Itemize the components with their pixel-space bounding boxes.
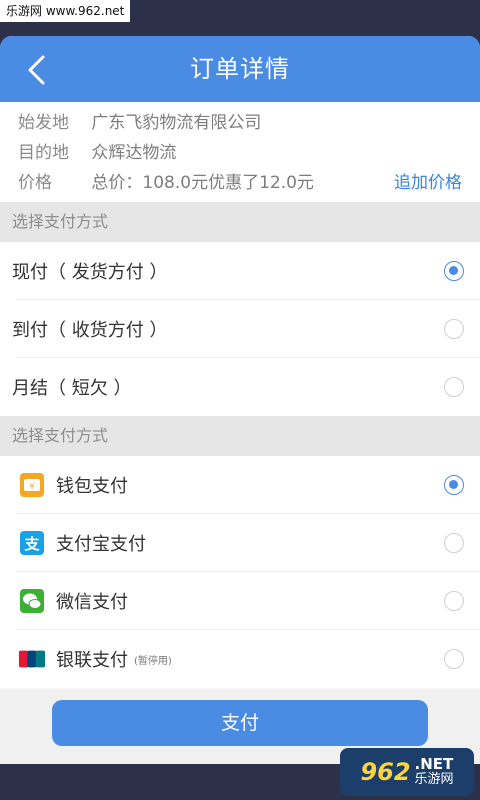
delivery-option-monthly[interactable]: 月结（ 短欠 ） bbox=[0, 358, 480, 416]
watermark-number: 962 bbox=[360, 758, 411, 786]
watermark-net: .NET bbox=[414, 755, 454, 773]
radio-unselected[interactable] bbox=[444, 533, 464, 553]
delivery-option-cod[interactable]: 到付（ 收货方付 ） bbox=[0, 300, 480, 358]
origin-row: 始发地 广东飞豹物流有限公司 bbox=[0, 108, 480, 138]
delivery-option-label: 现付（ 发货方付 ） bbox=[12, 262, 168, 283]
origin-label: 始发地 bbox=[18, 113, 69, 133]
radio-unselected[interactable] bbox=[444, 649, 464, 669]
header: 订单详情 bbox=[0, 36, 480, 102]
add-price-link[interactable]: 追加价格 bbox=[394, 168, 462, 198]
page-title: 订单详情 bbox=[190, 55, 290, 83]
price-row: 价格 总价：108.0元优惠了12.0元 追加价格 bbox=[0, 168, 480, 198]
destination-value: 众辉达物流 bbox=[91, 143, 177, 163]
order-detail-sheet: 订单详情 始发地 广东飞豹物流有限公司 目的地 众辉达物流 价格 总价：108.… bbox=[0, 36, 480, 764]
watermark-bottom: 962 .NET 乐游网 bbox=[340, 748, 474, 796]
destination-row: 目的地 众辉达物流 bbox=[0, 138, 480, 168]
payment-option-wechat[interactable]: 微信支付 bbox=[0, 572, 480, 630]
alipay-icon: 支 bbox=[18, 529, 46, 557]
payment-option-label: 银联支付 bbox=[56, 650, 128, 671]
payment-option-label: 支付宝支付 bbox=[56, 534, 146, 555]
watermark-cn: 乐游网 bbox=[414, 772, 454, 787]
watermark-top: 乐游网 www.962.net bbox=[0, 0, 131, 22]
radio-selected[interactable] bbox=[444, 261, 464, 281]
delivery-option-label: 到付（ 收货方付 ） bbox=[12, 320, 168, 341]
price-value: 总价：108.0元优惠了12.0元 bbox=[91, 173, 314, 193]
watermark-text: .NET 乐游网 bbox=[415, 756, 454, 788]
radio-selected[interactable] bbox=[444, 475, 464, 495]
payment-option-alipay[interactable]: 支 支付宝支付 bbox=[0, 514, 480, 572]
suspended-note: (暂停用) bbox=[134, 655, 172, 667]
payment-option-label: 钱包支付 bbox=[56, 476, 128, 497]
unionpay-icon bbox=[18, 645, 46, 673]
delivery-option-prepaid[interactable]: 现付（ 发货方付 ） bbox=[0, 242, 480, 300]
svg-text:¥: ¥ bbox=[29, 482, 34, 491]
delivery-option-label: 月结（ 短欠 ） bbox=[12, 378, 132, 399]
svg-text:支: 支 bbox=[23, 535, 40, 553]
wechat-icon bbox=[18, 587, 46, 615]
payment-option-label: 微信支付 bbox=[56, 592, 128, 613]
payment-option-wallet[interactable]: ¥ 钱包支付 bbox=[0, 456, 480, 514]
payment-section-title: 选择支付方式 bbox=[0, 416, 480, 456]
delivery-section-title: 选择支付方式 bbox=[0, 202, 480, 242]
wallet-icon: ¥ bbox=[18, 471, 46, 499]
price-label: 价格 bbox=[18, 173, 52, 193]
order-info: 始发地 广东飞豹物流有限公司 目的地 众辉达物流 价格 总价：108.0元优惠了… bbox=[0, 102, 480, 202]
pay-button[interactable]: 支付 bbox=[52, 700, 428, 746]
radio-unselected[interactable] bbox=[444, 319, 464, 339]
radio-unselected[interactable] bbox=[444, 377, 464, 397]
payment-option-unionpay[interactable]: 银联支付 (暂停用) bbox=[0, 630, 480, 688]
origin-value: 广东飞豹物流有限公司 bbox=[91, 113, 262, 133]
destination-label: 目的地 bbox=[18, 143, 69, 163]
radio-unselected[interactable] bbox=[444, 591, 464, 611]
